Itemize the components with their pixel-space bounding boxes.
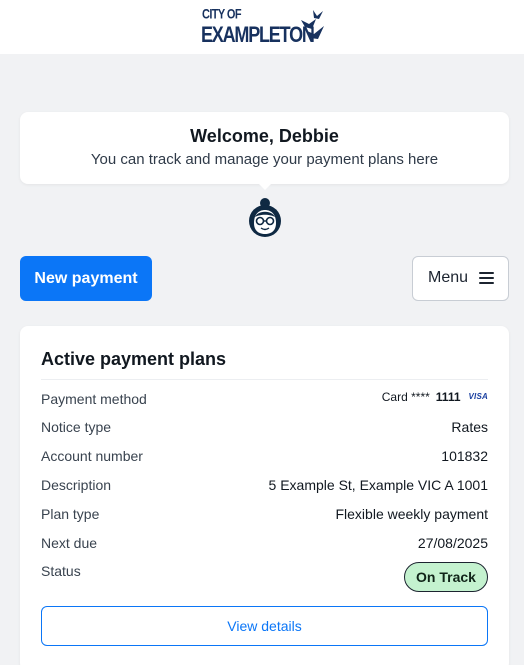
status-badge: On Track <box>404 562 488 592</box>
plan-type-value: Flexible weekly payment <box>335 506 488 522</box>
description-label: Description <box>41 477 112 493</box>
welcome-title: Welcome, Debbie <box>190 126 339 146</box>
menu-button[interactable]: Menu <box>412 256 509 301</box>
card-divider <box>41 379 488 380</box>
account-number-label: Account number <box>41 448 143 464</box>
payment-method-value: Card **** 1111 VISA <box>382 389 488 405</box>
notice-type-label: Notice type <box>41 419 112 435</box>
active-payment-plans-card: Active payment plans Payment method Card… <box>20 326 509 665</box>
city-logo[interactable]: CITY OF EXAMPLETON <box>199 6 331 48</box>
card-mask: Card **** <box>381 389 430 404</box>
notice-type-value: Rates <box>451 419 488 435</box>
city-logo-birds-icon <box>301 10 324 39</box>
new-payment-button[interactable]: New payment <box>20 256 152 301</box>
logo-line-1: CITY OF <box>202 7 242 22</box>
card-last4: 1111 <box>435 389 461 404</box>
plan-type-label: Plan type <box>41 506 100 522</box>
menu-label: Menu <box>428 269 469 286</box>
status-label: Status <box>41 563 81 579</box>
next-due-label: Next due <box>41 535 98 551</box>
description-value: 5 Example St, Example VIC A 1001 <box>268 477 488 493</box>
visa-card-icon: VISA <box>468 392 488 402</box>
account-number-value: 101832 <box>441 448 488 464</box>
speech-bubble-tail <box>257 182 273 190</box>
payment-method-label: Payment method <box>41 391 147 407</box>
welcome-subtitle: You can track and manage your payment pl… <box>90 151 439 168</box>
next-due-value: 27/08/2025 <box>417 535 488 551</box>
top-bar: CITY OF EXAMPLETON <box>0 0 524 54</box>
card-title: Active payment plans <box>41 349 227 369</box>
welcome-banner: Welcome, Debbie You can track and manage… <box>20 112 509 184</box>
hamburger-menu-icon <box>479 272 494 285</box>
user-avatar-icon <box>249 198 281 237</box>
view-details-button[interactable]: View details <box>41 606 488 646</box>
